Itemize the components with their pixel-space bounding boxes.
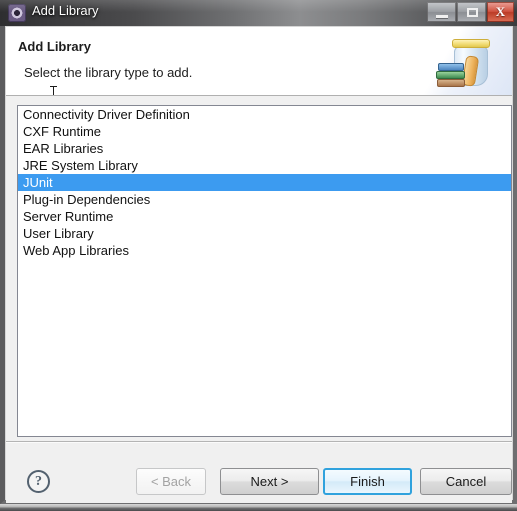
jar-lid-shape: [452, 39, 490, 48]
dialog-button-bar: ? < Back Next > Finish Cancel: [6, 443, 512, 503]
list-item[interactable]: JUnit: [18, 174, 511, 191]
minimize-icon: [436, 15, 448, 18]
maximize-icon: [467, 8, 478, 17]
list-item[interactable]: EAR Libraries: [18, 140, 511, 157]
list-item[interactable]: User Library: [18, 225, 511, 242]
back-button[interactable]: < Back: [136, 468, 206, 495]
window-title: Add Library: [32, 3, 99, 18]
book-green-shape: [436, 71, 465, 79]
dialog-header: Add Library Select the library type to a…: [6, 27, 512, 96]
library-type-list[interactable]: Connectivity Driver Definition CXF Runtim…: [17, 105, 512, 437]
list-item[interactable]: Plug-in Dependencies: [18, 191, 511, 208]
window-bottom-edge: [0, 504, 517, 511]
close-button[interactable]: X: [487, 2, 514, 22]
close-icon: X: [495, 4, 506, 19]
list-item[interactable]: Connectivity Driver Definition: [18, 106, 511, 123]
page-title: Add Library: [18, 39, 91, 54]
text-cursor-ibeam: [50, 86, 57, 95]
cancel-button[interactable]: Cancel: [420, 468, 512, 495]
list-item[interactable]: JRE System Library: [18, 157, 511, 174]
eclipse-gear-icon: [8, 4, 26, 22]
next-button[interactable]: Next >: [220, 468, 319, 495]
book-blue-shape: [438, 63, 464, 71]
page-description: Select the library type to add.: [24, 65, 193, 80]
add-library-dialog-window: Add Library X Add Library Select the lib…: [0, 0, 517, 511]
maximize-button[interactable]: [457, 2, 486, 22]
list-item[interactable]: Web App Libraries: [18, 242, 511, 259]
eclipse-gear-ring: [11, 7, 23, 19]
book-brown-shape: [437, 79, 465, 87]
dialog-frame-inner: Add Library Select the library type to a…: [5, 26, 513, 503]
help-icon[interactable]: ?: [27, 470, 50, 493]
minimize-button[interactable]: [427, 2, 456, 22]
list-item[interactable]: CXF Runtime: [18, 123, 511, 140]
list-item[interactable]: Server Runtime: [18, 208, 511, 225]
library-jar-books-icon: [432, 32, 504, 92]
header-artwork: [416, 27, 512, 95]
finish-button[interactable]: Finish: [323, 468, 412, 495]
window-titlebar[interactable]: Add Library X: [0, 0, 517, 26]
dialog-frame: Add Library Select the library type to a…: [0, 26, 517, 504]
